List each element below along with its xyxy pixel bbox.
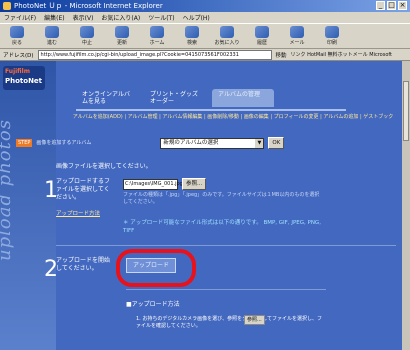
menu-help[interactable]: ヘルプ(H) <box>183 13 210 22</box>
format-hint: ＊ アップロード可能なファイル形式は以下の通りです。 BMP, GIF, JPE… <box>123 220 321 234</box>
menu-favorites[interactable]: お気に入り(A) <box>101 13 140 22</box>
favorites-button[interactable]: お気に入り <box>214 26 240 46</box>
photonet-logo[interactable]: Fujifilm PhotoNet <box>3 66 45 90</box>
file-hint: ファイルの種類は「.jpg」「.jpeg」のみです。ファイルサイズは１MB以内の… <box>123 192 320 205</box>
vertical-scrollbar[interactable] <box>402 61 410 350</box>
maximize-button[interactable]: □ <box>387 1 396 10</box>
divider <box>56 245 396 246</box>
album-select-row: STEP 画像を追加するアルバム 新規のアルバムの選択 ▼ OK <box>16 134 308 152</box>
tab-print-order[interactable]: プリント・グッズオーダー <box>144 89 206 107</box>
tab-bar: オンラインアルバムを見る プリント・グッズオーダー アルバムの管理 <box>76 89 274 107</box>
history-icon <box>255 26 269 38</box>
links-bar[interactable]: リンク HotMail 無料ホットメール Microsoft <box>291 51 392 58</box>
browser-window: PhotoNet Ｕｐ - Microsoft Internet Explore… <box>0 0 410 350</box>
mail-button[interactable]: メール <box>284 26 310 46</box>
file-input[interactable]: C:\Images\IMG_001.jpg <box>123 178 183 190</box>
window-title: PhotoNet Ｕｐ - Microsoft Internet Explore… <box>14 2 163 10</box>
forward-button[interactable]: 進む <box>39 26 65 46</box>
minimize-button[interactable]: _ <box>376 1 385 10</box>
home-icon <box>150 26 164 38</box>
ie-icon <box>3 2 11 10</box>
refresh-icon <box>115 26 129 38</box>
main-panel: オンラインアルバムを見る プリント・グッズオーダー アルバムの管理 アルバムを追… <box>16 61 410 350</box>
close-button[interactable]: × <box>398 1 407 10</box>
how-to-step: 1. お持ちのデジタルカメラ画像を選び、参照をクリックしてファイルを選択し、ファ… <box>136 316 322 329</box>
upload-help-link[interactable]: アップロード方法 <box>56 209 100 217</box>
highlight-circle <box>116 249 196 287</box>
favorites-icon <box>220 26 234 38</box>
how-browse-button[interactable]: 参照... <box>244 315 265 325</box>
tab-album-manage[interactable]: アルバムの管理 <box>212 89 274 107</box>
address-input[interactable]: http://www.fujifilm.co.jp/cgi-bin/upload… <box>37 49 272 60</box>
left-column: Fujifilm PhotoNet upload photos <box>0 61 56 350</box>
menu-edit[interactable]: 編集(E) <box>44 13 64 22</box>
file-row: C:\Images\IMG_001.jpg 参照... <box>123 178 207 190</box>
tab-divider <box>76 109 346 111</box>
search-button[interactable]: 検索 <box>179 26 205 46</box>
back-button[interactable]: 戻る <box>4 26 30 46</box>
menu-view[interactable]: 表示(V) <box>73 13 94 22</box>
title-bar: PhotoNet Ｕｐ - Microsoft Internet Explore… <box>0 0 410 12</box>
chevron-down-icon[interactable]: ▼ <box>255 138 264 148</box>
print-icon <box>325 26 339 38</box>
forward-icon <box>45 26 59 38</box>
vertical-title: upload photos <box>0 119 15 261</box>
tab-view-album[interactable]: オンラインアルバムを見る <box>76 89 138 107</box>
menu-bar: ファイル(F) 編集(E) 表示(V) お気に入り(A) ツール(T) ヘルプ(… <box>0 12 410 23</box>
how-to-title: ■アップロード方法 <box>126 301 180 308</box>
sub-navigation[interactable]: アルバムを追加(ADD) | アルバム管理 | アルバム情報編集 | 画像削除/… <box>56 113 410 121</box>
history-button[interactable]: 履歴 <box>249 26 275 46</box>
menu-tools[interactable]: ツール(T) <box>148 13 174 22</box>
album-select-label: 画像を追加するアルバム <box>36 139 92 146</box>
step-badge: STEP <box>16 139 33 147</box>
toolbar: 戻る 進む 中止 更新 ホーム 検索 お気に入り 履歴 メール 印刷 <box>0 23 410 49</box>
go-button[interactable]: 移動 <box>276 51 287 59</box>
address-label: アドレス(D) <box>3 52 34 59</box>
scrollbar-thumb[interactable] <box>403 81 409 141</box>
mail-icon <box>290 26 304 38</box>
album-select[interactable]: 新規のアルバムの選択 ▼ <box>160 137 265 149</box>
intro-text: 画像ファイルを選択してください。 <box>56 163 152 170</box>
back-icon <box>10 26 24 38</box>
search-icon <box>185 26 199 38</box>
stop-button[interactable]: 中止 <box>74 26 100 46</box>
browse-button[interactable]: 参照... <box>182 178 207 190</box>
address-bar: アドレス(D) http://www.fujifilm.co.jp/cgi-bi… <box>0 49 410 61</box>
refresh-button[interactable]: 更新 <box>109 26 135 46</box>
divider-2 <box>126 289 326 290</box>
stop-icon <box>80 26 94 38</box>
select-ok-button[interactable]: OK <box>268 137 285 149</box>
home-button[interactable]: ホーム <box>144 26 170 46</box>
step2-text: アップロードを開始してください。 <box>56 257 111 272</box>
page-content: Fujifilm PhotoNet upload photos オンラインアルバ… <box>0 61 410 350</box>
print-button[interactable]: 印刷 <box>319 26 345 46</box>
step1-text: アップロードするファイルを選択してください。 <box>56 178 111 201</box>
menu-file[interactable]: ファイル(F) <box>4 13 36 22</box>
